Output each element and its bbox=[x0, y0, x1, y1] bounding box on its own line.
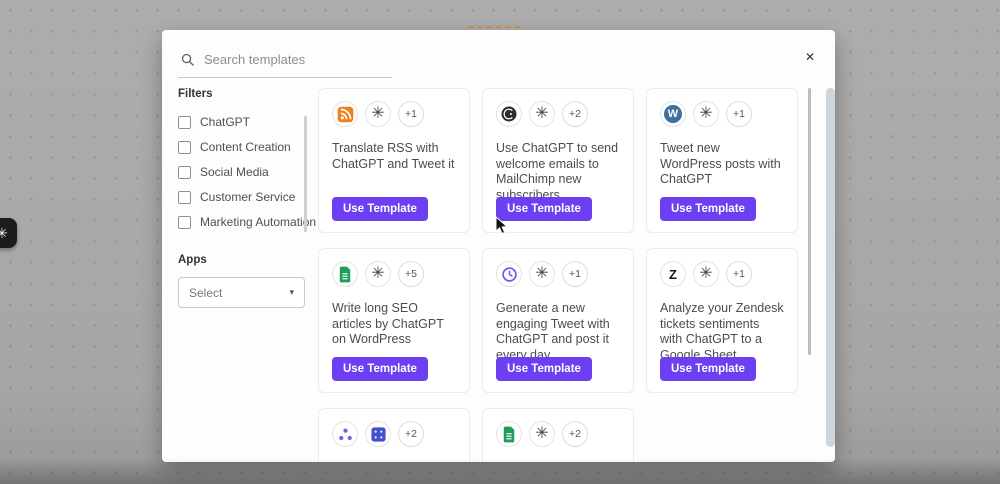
more-apps-badge: +2 bbox=[562, 421, 588, 447]
modal-scrollbar-thumb[interactable] bbox=[826, 88, 835, 447]
use-template-button[interactable]: Use Template bbox=[660, 357, 756, 381]
apps-select-value: Select bbox=[189, 286, 222, 300]
zendesk-icon: Z bbox=[660, 261, 686, 287]
more-apps-badge: +1 bbox=[726, 261, 752, 287]
more-apps-badge: +1 bbox=[726, 101, 752, 127]
wordpress-icon: W bbox=[660, 101, 686, 127]
template-card-wordpress-tweet[interactable]: W ✳ +1 Tweet new WordPress posts with Ch… bbox=[646, 88, 798, 233]
scheduler-clock-icon bbox=[496, 261, 522, 287]
checkbox-content-creation[interactable] bbox=[178, 141, 191, 154]
filter-label: Marketing Automation bbox=[200, 215, 316, 229]
app-icon-row: ✳ +5 bbox=[332, 261, 456, 287]
app-icon-row: ✳ +1 bbox=[332, 101, 456, 127]
scenario-canvas-background: ✳ ✕ Filters ChatGPT Conten bbox=[0, 0, 1000, 484]
checkbox-customer-service[interactable] bbox=[178, 191, 191, 204]
apps-filter: Apps Select ▾ bbox=[178, 254, 305, 308]
app-icon-row: W ✳ +1 bbox=[660, 101, 784, 127]
search-underline bbox=[178, 77, 392, 78]
chevron-down-icon: ▾ bbox=[289, 287, 294, 298]
chatgpt-icon: ✳ bbox=[529, 261, 555, 287]
filter-label: ChatGPT bbox=[200, 115, 250, 129]
use-template-button[interactable]: Use Template bbox=[496, 197, 592, 221]
more-apps-badge: +5 bbox=[398, 261, 424, 287]
google-sheets-icon bbox=[332, 261, 358, 287]
app-icon-row: ✳ +2 bbox=[496, 101, 620, 127]
filter-option-customer-service[interactable]: Customer Service bbox=[178, 190, 310, 204]
google-sheets-icon bbox=[496, 421, 522, 447]
filter-label: Content Creation bbox=[200, 140, 291, 154]
chatgpt-icon: ✳ bbox=[365, 101, 391, 127]
more-apps-badge: +2 bbox=[398, 421, 424, 447]
template-title: Tweet new WordPress posts with ChatGPT bbox=[660, 141, 784, 188]
apps-select[interactable]: Select ▾ bbox=[178, 277, 305, 308]
chatgpt-icon: ✳ bbox=[693, 261, 719, 287]
use-template-button[interactable]: Use Template bbox=[660, 197, 756, 221]
templates-grid: ✳ +1 Translate RSS with ChatGPT and Twee… bbox=[318, 88, 798, 462]
template-card-daily-tweet[interactable]: ✳ +1 Generate a new engaging Tweet with … bbox=[482, 248, 634, 393]
templates-modal: ✕ Filters ChatGPT Content Creation Socia… bbox=[162, 30, 835, 462]
chatgpt-icon: ✳ bbox=[365, 261, 391, 287]
search-icon bbox=[180, 52, 195, 67]
template-card-partial-1[interactable]: +2 bbox=[318, 408, 470, 462]
more-apps-badge: +2 bbox=[562, 101, 588, 127]
cluster-icon bbox=[332, 421, 358, 447]
search-input[interactable] bbox=[204, 52, 384, 67]
filter-option-chatgpt[interactable]: ChatGPT bbox=[178, 115, 310, 129]
filter-option-social-media[interactable]: Social Media bbox=[178, 165, 310, 179]
template-card-zendesk-sentiment[interactable]: Z ✳ +1 Analyze your Zendesk tickets sent… bbox=[646, 248, 798, 393]
datastore-icon bbox=[365, 421, 391, 447]
filters-scrollbar[interactable] bbox=[304, 116, 307, 232]
filter-label: Social Media bbox=[200, 165, 269, 179]
use-template-button[interactable]: Use Template bbox=[332, 197, 428, 221]
template-card-translate-rss[interactable]: ✳ +1 Translate RSS with ChatGPT and Twee… bbox=[318, 88, 470, 233]
filters-sidebar: Filters ChatGPT Content Creation Social … bbox=[178, 88, 310, 240]
app-icon-row: ✳ +2 bbox=[496, 421, 620, 447]
chatgpt-icon: ✳ bbox=[693, 101, 719, 127]
filters-title: Filters bbox=[178, 88, 310, 100]
canvas-module-openai[interactable]: ✳ bbox=[0, 218, 17, 248]
close-icon[interactable]: ✕ bbox=[801, 48, 819, 66]
chatgpt-icon: ✳ bbox=[529, 421, 555, 447]
mailchimp-icon bbox=[496, 101, 522, 127]
use-template-button[interactable]: Use Template bbox=[332, 357, 428, 381]
search-bar bbox=[178, 46, 400, 78]
checkbox-social-media[interactable] bbox=[178, 166, 191, 179]
checkbox-chatgpt[interactable] bbox=[178, 116, 191, 129]
filter-option-content-creation[interactable]: Content Creation bbox=[178, 140, 310, 154]
template-title: Generate a new engaging Tweet with ChatG… bbox=[496, 301, 620, 363]
canvas-dashed-connector bbox=[468, 26, 520, 28]
grid-scrollbar-thumb[interactable] bbox=[808, 88, 811, 355]
app-icon-row: Z ✳ +1 bbox=[660, 261, 784, 287]
openai-module-icon: ✳ bbox=[0, 225, 8, 242]
template-card-partial-2[interactable]: ✳ +2 bbox=[482, 408, 634, 462]
more-apps-badge: +1 bbox=[562, 261, 588, 287]
use-template-button[interactable]: Use Template bbox=[496, 357, 592, 381]
template-card-mailchimp-welcome[interactable]: ✳ +2 Use ChatGPT to send welcome emails … bbox=[482, 88, 634, 233]
rss-icon bbox=[332, 101, 358, 127]
more-apps-badge: +1 bbox=[398, 101, 424, 127]
template-title: Translate RSS with ChatGPT and Tweet it bbox=[332, 141, 456, 172]
chatgpt-icon: ✳ bbox=[529, 101, 555, 127]
app-icon-row: ✳ +1 bbox=[496, 261, 620, 287]
template-title: Use ChatGPT to send welcome emails to Ma… bbox=[496, 141, 620, 203]
checkbox-marketing-automation[interactable] bbox=[178, 216, 191, 229]
apps-title: Apps bbox=[178, 254, 305, 266]
app-icon-row: +2 bbox=[332, 421, 456, 447]
template-card-seo-articles[interactable]: ✳ +5 Write long SEO articles by ChatGPT … bbox=[318, 248, 470, 393]
filter-label: Customer Service bbox=[200, 190, 295, 204]
filter-option-marketing-automation[interactable]: Marketing Automation bbox=[178, 215, 310, 229]
template-title: Analyze your Zendesk tickets sentiments … bbox=[660, 301, 784, 363]
template-title: Write long SEO articles by ChatGPT on Wo… bbox=[332, 301, 456, 348]
